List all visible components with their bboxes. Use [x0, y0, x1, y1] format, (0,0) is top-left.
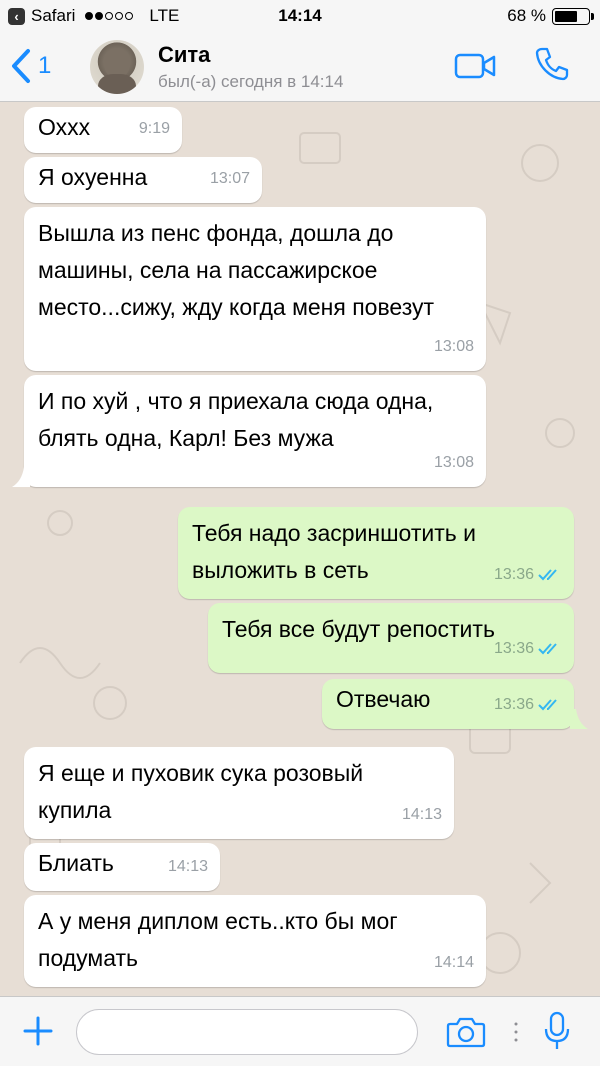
voice-message-button[interactable]	[544, 1011, 570, 1056]
message-list[interactable]: Охxx 9:19 Я охуенна 13:07 Вышла из пенс …	[0, 103, 600, 996]
message-time: 13:08	[433, 338, 474, 355]
message-incoming[interactable]: Я охуенна 13:07	[24, 157, 262, 203]
message-time: 14:13	[401, 806, 442, 823]
message-text: Я еще и пуховик сука розовый купила	[38, 760, 364, 823]
message-incoming[interactable]: И по хуй , что я приехала сюда одна, бля…	[24, 375, 486, 487]
message-incoming[interactable]: А у меня диплом есть..кто бы мог подумат…	[24, 895, 486, 987]
message-incoming[interactable]: Охxx 9:19	[24, 107, 182, 153]
message-outgoing[interactable]: Тебя все будут репостить 13:36	[208, 603, 574, 673]
attach-button[interactable]	[20, 1013, 56, 1054]
message-text: Вышла из пенс фонда, дошла до машины, се…	[38, 220, 435, 320]
composer-bar	[0, 996, 600, 1066]
message-input[interactable]	[76, 1009, 418, 1055]
message-outgoing[interactable]: Отвечаю 13:36	[322, 679, 574, 729]
message-time: 13:36	[493, 696, 534, 713]
chat-header: 1 Сита был(-а) сегодня в 14:14	[0, 32, 600, 102]
voice-call-button[interactable]	[534, 46, 570, 87]
message-time: 13:36	[493, 640, 534, 657]
separator-dots-icon	[514, 1022, 518, 1042]
message-incoming[interactable]: Вышла из пенс фонда, дошла до машины, се…	[24, 207, 486, 371]
back-button[interactable]: 1	[10, 48, 51, 84]
bubble-tail	[12, 467, 30, 487]
microphone-icon	[544, 1011, 570, 1049]
message-text: И по хуй , что я приехала сюда одна, бля…	[38, 388, 434, 451]
status-bar: ‹ Safari LTE 14:14 68 %	[0, 0, 600, 32]
message-meta: 13:36	[494, 556, 562, 593]
message-time: 9:19	[138, 120, 170, 137]
message-time: 13:08	[433, 454, 474, 471]
double-check-icon	[538, 568, 557, 580]
message-text: А у меня диплом есть..кто бы мог подумат…	[38, 908, 398, 971]
plus-icon	[23, 1016, 53, 1046]
camera-button[interactable]	[446, 1015, 486, 1054]
double-check-icon	[538, 698, 557, 710]
message-incoming[interactable]: Я еще и пуховик сука розовый купила 14:1…	[24, 747, 454, 839]
contact-name[interactable]: Сита	[158, 42, 210, 68]
chevron-left-icon	[12, 49, 30, 83]
phone-icon	[535, 47, 569, 81]
double-check-icon	[538, 642, 557, 654]
status-bar-right: 68 %	[507, 6, 594, 26]
battery-icon	[552, 7, 594, 25]
message-meta: 13:36	[494, 630, 562, 667]
message-meta: 13:36	[494, 686, 562, 723]
message-time: 13:07	[209, 170, 250, 187]
camera-icon	[446, 1017, 486, 1048]
contact-last-seen: был(-а) сегодня в 14:14	[158, 72, 344, 91]
bubble-tail	[570, 709, 588, 729]
message-outgoing[interactable]: Тебя надо засриншотить и выложить в сеть…	[178, 507, 574, 599]
message-time: 14:14	[433, 954, 474, 971]
message-time: 14:13	[167, 858, 208, 875]
unread-count: 1	[38, 52, 52, 79]
video-camera-icon	[454, 53, 496, 79]
avatar[interactable]	[90, 40, 144, 94]
message-time: 13:36	[493, 566, 534, 583]
video-call-button[interactable]	[454, 52, 496, 85]
message-incoming[interactable]: Блиать 14:13	[24, 843, 220, 891]
battery-percent: 68 %	[507, 6, 546, 25]
